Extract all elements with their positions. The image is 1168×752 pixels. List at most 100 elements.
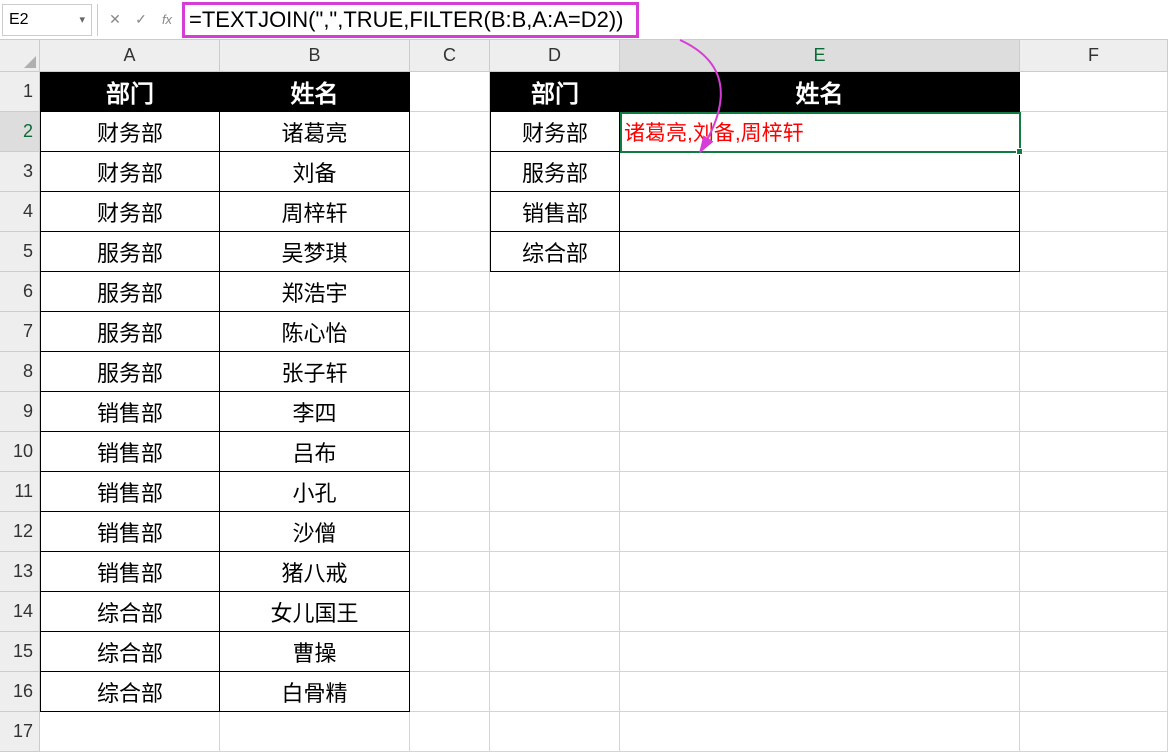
cell-A14[interactable]: 综合部 — [40, 592, 220, 632]
cell-C1[interactable] — [410, 72, 490, 112]
cell-F14[interactable] — [1020, 592, 1168, 632]
cell-E6[interactable] — [620, 272, 1020, 312]
row-header-5[interactable]: 5 — [0, 232, 40, 272]
cell-E11[interactable] — [620, 472, 1020, 512]
cell-B16[interactable]: 白骨精 — [220, 672, 410, 712]
cell-B8[interactable]: 张子轩 — [220, 352, 410, 392]
cells-area[interactable]: 部门 姓名 部门 姓名 财务部 诸葛亮 财务部 诸葛亮,刘备,周梓轩 财务部 刘… — [40, 72, 1168, 752]
cell-A11[interactable]: 销售部 — [40, 472, 220, 512]
cell-C14[interactable] — [410, 592, 490, 632]
cell-C16[interactable] — [410, 672, 490, 712]
row-header-3[interactable]: 3 — [0, 152, 40, 192]
confirm-icon[interactable]: ✓ — [128, 4, 154, 36]
cell-E14[interactable] — [620, 592, 1020, 632]
cell-D12[interactable] — [490, 512, 620, 552]
row-header-17[interactable]: 17 — [0, 712, 40, 752]
cell-A2[interactable]: 财务部 — [40, 112, 220, 152]
row-header-15[interactable]: 15 — [0, 632, 40, 672]
cell-F12[interactable] — [1020, 512, 1168, 552]
row-header-8[interactable]: 8 — [0, 352, 40, 392]
cell-B15[interactable]: 曹操 — [220, 632, 410, 672]
cell-C12[interactable] — [410, 512, 490, 552]
cell-E13[interactable] — [620, 552, 1020, 592]
col-header-A[interactable]: A — [40, 40, 220, 72]
cell-A5[interactable]: 服务部 — [40, 232, 220, 272]
row-header-2[interactable]: 2 — [0, 112, 40, 152]
cell-C4[interactable] — [410, 192, 490, 232]
cell-A17[interactable] — [40, 712, 220, 752]
cell-B3[interactable]: 刘备 — [220, 152, 410, 192]
col-header-E[interactable]: E — [620, 40, 1020, 72]
cell-B9[interactable]: 李四 — [220, 392, 410, 432]
cell-F6[interactable] — [1020, 272, 1168, 312]
row-header-7[interactable]: 7 — [0, 312, 40, 352]
cell-B7[interactable]: 陈心怡 — [220, 312, 410, 352]
cell-F13[interactable] — [1020, 552, 1168, 592]
cell-C15[interactable] — [410, 632, 490, 672]
cell-B10[interactable]: 吕布 — [220, 432, 410, 472]
cell-E2[interactable]: 诸葛亮,刘备,周梓轩 — [620, 112, 1020, 152]
cell-C2[interactable] — [410, 112, 490, 152]
cell-A13[interactable]: 销售部 — [40, 552, 220, 592]
cell-E9[interactable] — [620, 392, 1020, 432]
row-header-9[interactable]: 9 — [0, 392, 40, 432]
cell-B14[interactable]: 女儿国王 — [220, 592, 410, 632]
cell-B17[interactable] — [220, 712, 410, 752]
cell-F10[interactable] — [1020, 432, 1168, 472]
row-header-16[interactable]: 16 — [0, 672, 40, 712]
cell-A9[interactable]: 销售部 — [40, 392, 220, 432]
cell-F4[interactable] — [1020, 192, 1168, 232]
cell-C17[interactable] — [410, 712, 490, 752]
name-box[interactable]: E2 ▾ — [2, 4, 92, 36]
row-header-14[interactable]: 14 — [0, 592, 40, 632]
row-header-10[interactable]: 10 — [0, 432, 40, 472]
col-header-F[interactable]: F — [1020, 40, 1168, 72]
cell-D10[interactable] — [490, 432, 620, 472]
cell-A6[interactable]: 服务部 — [40, 272, 220, 312]
row-header-4[interactable]: 4 — [0, 192, 40, 232]
cell-A15[interactable]: 综合部 — [40, 632, 220, 672]
cell-A7[interactable]: 服务部 — [40, 312, 220, 352]
cell-E10[interactable] — [620, 432, 1020, 472]
cell-E5[interactable] — [620, 232, 1020, 272]
cell-F2[interactable] — [1020, 112, 1168, 152]
cell-C9[interactable] — [410, 392, 490, 432]
cell-F9[interactable] — [1020, 392, 1168, 432]
cell-E15[interactable] — [620, 632, 1020, 672]
cell-F11[interactable] — [1020, 472, 1168, 512]
cell-B11[interactable]: 小孔 — [220, 472, 410, 512]
cell-A8[interactable]: 服务部 — [40, 352, 220, 392]
cell-E7[interactable] — [620, 312, 1020, 352]
cell-A3[interactable]: 财务部 — [40, 152, 220, 192]
cell-D4[interactable]: 销售部 — [490, 192, 620, 232]
cell-E8[interactable] — [620, 352, 1020, 392]
row-header-12[interactable]: 12 — [0, 512, 40, 552]
dropdown-icon[interactable]: ▾ — [79, 13, 85, 26]
cell-C6[interactable] — [410, 272, 490, 312]
cell-C8[interactable] — [410, 352, 490, 392]
row-header-11[interactable]: 11 — [0, 472, 40, 512]
cell-D15[interactable] — [490, 632, 620, 672]
select-all-corner[interactable] — [0, 40, 40, 72]
cell-A10[interactable]: 销售部 — [40, 432, 220, 472]
cell-E1[interactable]: 姓名 — [620, 72, 1020, 112]
cell-D3[interactable]: 服务部 — [490, 152, 620, 192]
row-header-13[interactable]: 13 — [0, 552, 40, 592]
cell-B13[interactable]: 猪八戒 — [220, 552, 410, 592]
cell-C3[interactable] — [410, 152, 490, 192]
cell-B6[interactable]: 郑浩宇 — [220, 272, 410, 312]
cell-F15[interactable] — [1020, 632, 1168, 672]
col-header-D[interactable]: D — [490, 40, 620, 72]
fill-handle[interactable] — [1016, 148, 1023, 155]
cell-A16[interactable]: 综合部 — [40, 672, 220, 712]
cell-A1[interactable]: 部门 — [40, 72, 220, 112]
fx-icon[interactable]: fx — [154, 12, 180, 27]
cell-D5[interactable]: 综合部 — [490, 232, 620, 272]
cell-E4[interactable] — [620, 192, 1020, 232]
cell-E17[interactable] — [620, 712, 1020, 752]
cell-B12[interactable]: 沙僧 — [220, 512, 410, 552]
cell-D17[interactable] — [490, 712, 620, 752]
cell-B2[interactable]: 诸葛亮 — [220, 112, 410, 152]
cell-D6[interactable] — [490, 272, 620, 312]
cell-A12[interactable]: 销售部 — [40, 512, 220, 552]
